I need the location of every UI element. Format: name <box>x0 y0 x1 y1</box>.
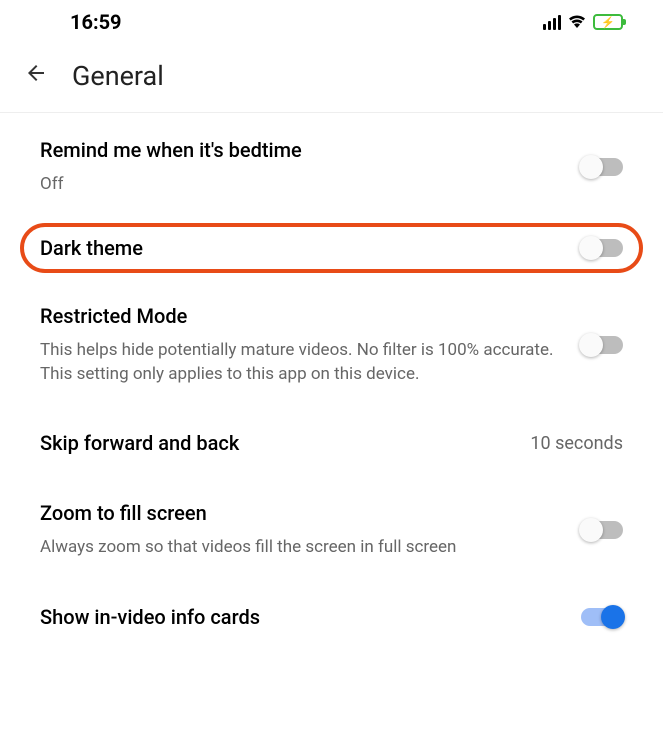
setting-skip-duration[interactable]: Skip forward and back 10 seconds <box>0 406 663 476</box>
setting-bedtime-reminder[interactable]: Remind me when it's bedtime Off <box>0 113 663 217</box>
setting-dark-theme[interactable]: Dark theme <box>0 217 663 279</box>
setting-title: Zoom to fill screen <box>40 500 561 526</box>
status-time: 16:59 <box>70 10 122 34</box>
settings-list: Remind me when it's bedtime Off Dark the… <box>0 113 663 650</box>
setting-title: Remind me when it's bedtime <box>40 137 561 163</box>
setting-text: Restricted Mode This helps hide potentia… <box>40 303 581 387</box>
bedtime-toggle[interactable] <box>581 158 623 176</box>
info-cards-toggle[interactable] <box>581 608 623 626</box>
page-title: General <box>72 60 164 92</box>
setting-text: Remind me when it's bedtime Off <box>40 137 581 197</box>
setting-title: Skip forward and back <box>40 430 510 456</box>
setting-subtitle: Always zoom so that videos fill the scre… <box>40 536 561 560</box>
battery-charging-icon: ⚡ <box>593 14 623 30</box>
setting-title: Restricted Mode <box>40 303 561 329</box>
setting-text: Show in-video info cards <box>40 604 581 630</box>
wifi-icon <box>567 14 587 30</box>
setting-text: Skip forward and back <box>40 430 530 456</box>
setting-subtitle: Off <box>40 173 561 197</box>
dark-theme-toggle[interactable] <box>581 239 623 257</box>
restricted-mode-toggle[interactable] <box>581 336 623 354</box>
setting-info-cards[interactable]: Show in-video info cards <box>0 580 663 650</box>
back-arrow-icon[interactable] <box>24 61 48 91</box>
skip-value: 10 seconds <box>530 433 623 454</box>
status-icons: ⚡ <box>543 14 623 30</box>
setting-title: Dark theme <box>40 235 561 261</box>
status-bar: 16:59 ⚡ <box>0 0 663 44</box>
header: General <box>0 44 663 113</box>
setting-subtitle: This helps hide potentially mature video… <box>40 339 561 387</box>
setting-restricted-mode[interactable]: Restricted Mode This helps hide potentia… <box>0 279 663 407</box>
setting-text: Zoom to fill screen Always zoom so that … <box>40 500 581 560</box>
zoom-toggle[interactable] <box>581 521 623 539</box>
cellular-signal-icon <box>543 14 561 30</box>
setting-zoom-fill[interactable]: Zoom to fill screen Always zoom so that … <box>0 476 663 580</box>
setting-title: Show in-video info cards <box>40 604 561 630</box>
setting-text: Dark theme <box>40 235 581 261</box>
